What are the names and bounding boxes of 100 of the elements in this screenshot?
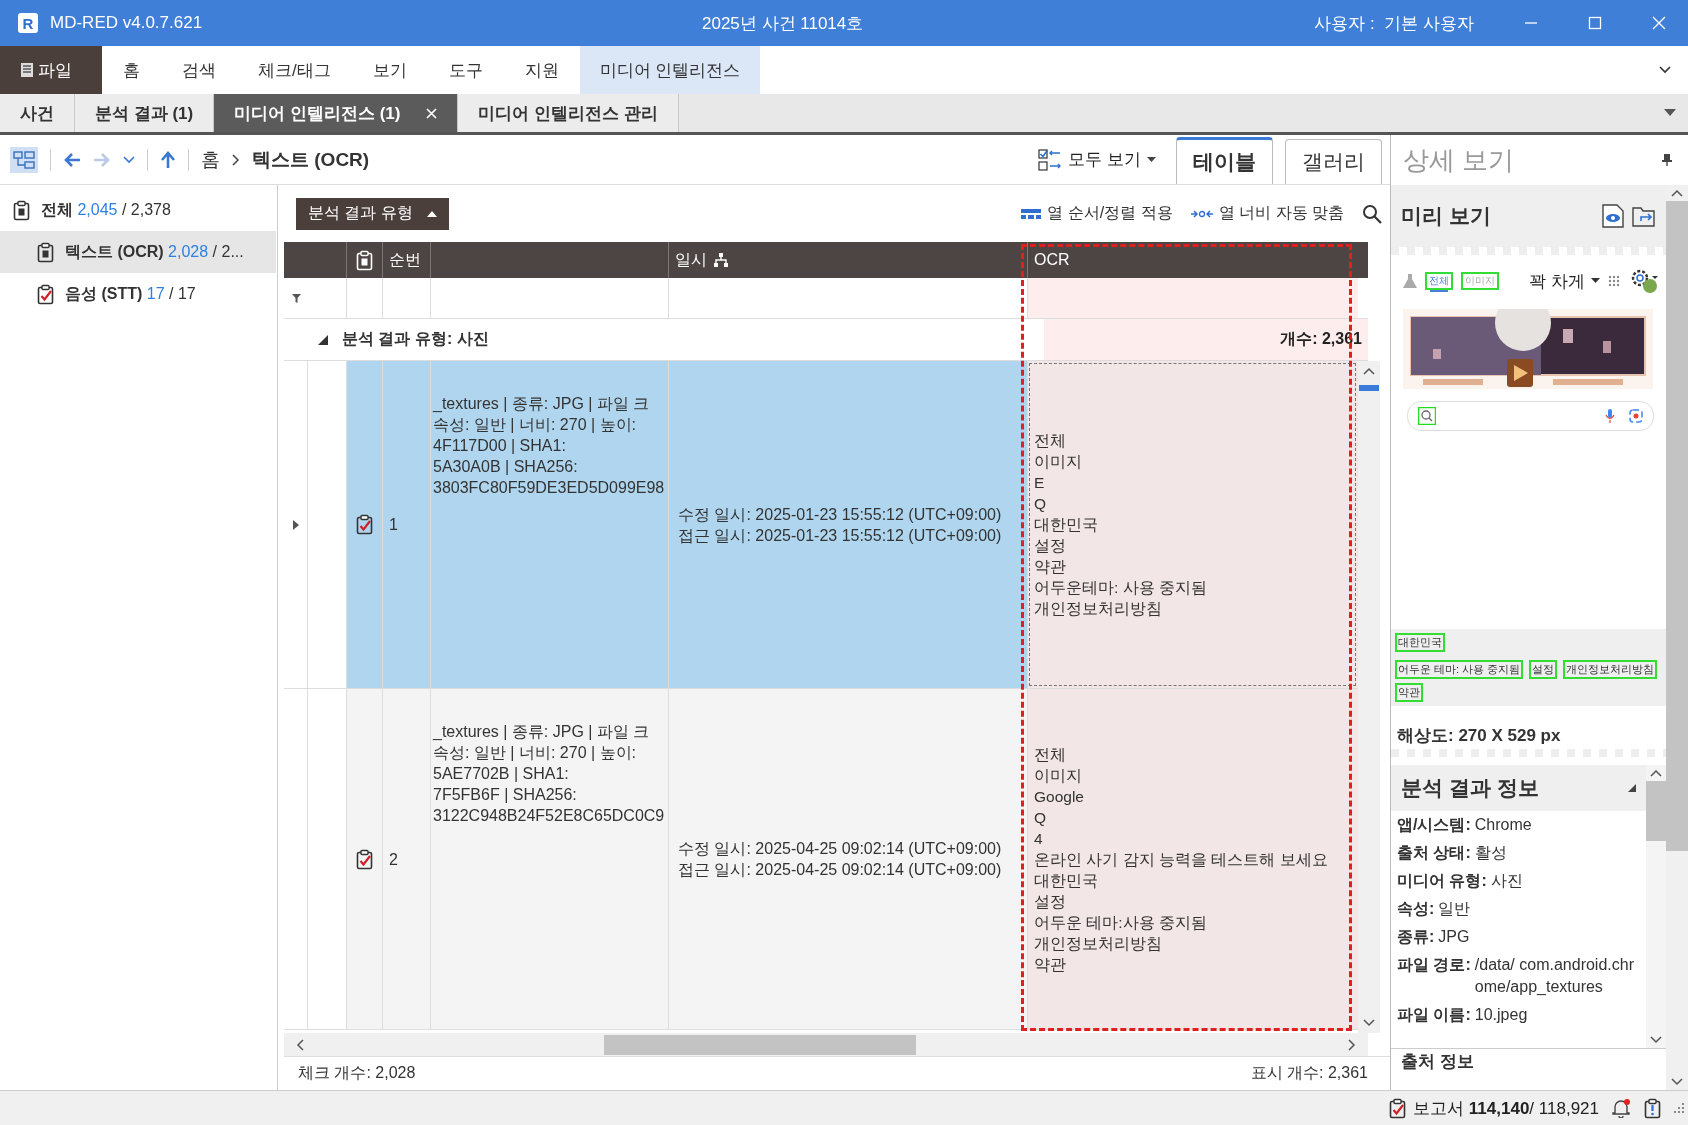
scroll-thumb[interactable] <box>604 1034 916 1055</box>
menu-item[interactable]: 홈 <box>102 46 161 94</box>
autofit-button[interactable]: 열 너비 자동 맞춤 <box>1190 203 1344 224</box>
collapse-triangle-icon[interactable] <box>318 334 328 345</box>
menu-item[interactable]: 지원 <box>503 46 580 94</box>
vertical-scrollbar[interactable] <box>1358 361 1380 1033</box>
column-header[interactable]: 일시 <box>668 242 1027 278</box>
scroll-down-icon[interactable] <box>1671 1078 1683 1086</box>
clipboard-alert-icon[interactable] <box>1643 1097 1662 1119</box>
scroll-down-icon[interactable] <box>1363 1019 1375 1027</box>
field-value: 사진 <box>1490 871 1523 891</box>
window-title: 2025년 사건 11014호 <box>702 12 865 35</box>
file-menu-button[interactable]: 파일 <box>0 46 102 94</box>
scroll-up-icon[interactable] <box>1363 367 1375 375</box>
caret-up-icon <box>426 210 437 217</box>
report-count[interactable]: 보고서 114,140/ 118,921 <box>1388 1096 1599 1120</box>
checked-clipboard-icon[interactable] <box>36 283 55 305</box>
vertical-scrollbar[interactable] <box>1666 185 1688 1090</box>
field-label: 앱/시스템: <box>1397 815 1471 835</box>
menu-item[interactable]: 검색 <box>161 46 237 94</box>
view-tab[interactable]: 갤러리 <box>1285 139 1382 184</box>
resolution-label: 해상도: 270 X 529 px <box>1396 725 1562 747</box>
group-by-button[interactable]: 분석 결과 유형 <box>296 197 449 230</box>
checked-clipboard-icon[interactable] <box>1388 1097 1408 1119</box>
checked-clipboard-icon[interactable] <box>355 848 374 870</box>
table-cell: 전체 이미지 Google Q 4 온라인 사기 감지 능력을 테스트해 보세요 대한민국 설정 어두운 테마:사용 중지됨 개인정보처리방침 약관 <box>1027 689 1358 1029</box>
table-row[interactable] <box>284 361 1358 689</box>
menu-item[interactable]: 미디어 인텔리전스 <box>579 46 761 94</box>
scroll-left-icon[interactable] <box>296 1038 304 1051</box>
folder-export-icon[interactable] <box>1632 204 1656 228</box>
maximize-icon[interactable] <box>1588 16 1602 30</box>
tab-list-caret-icon[interactable] <box>1664 109 1676 117</box>
collapse-triangle-icon[interactable] <box>1628 784 1636 792</box>
checklist-icon <box>1038 147 1063 172</box>
table-row[interactable] <box>284 689 1358 1030</box>
bell-alert-icon[interactable] <box>1611 1098 1631 1118</box>
menu-item[interactable]: 보기 <box>351 46 428 94</box>
view-document-icon[interactable] <box>1602 204 1624 228</box>
section-title: 출처 정보 <box>1391 1048 1666 1075</box>
section-title: 미리 보기 <box>1401 203 1491 229</box>
apps-grid-icon <box>1608 275 1620 287</box>
ocr-label: 대한민국 <box>1395 633 1445 652</box>
pin-icon[interactable] <box>1662 154 1672 166</box>
scroll-up-icon[interactable] <box>1650 769 1662 777</box>
field-value: /data/ com.android.chrome/app_textures <box>1474 955 1635 997</box>
resize-grip-icon[interactable] <box>1674 1103 1684 1113</box>
document-tab[interactable]: 분석 결과 (1) <box>75 94 215 132</box>
chevron-right-icon <box>232 153 240 166</box>
tree-item[interactable]: 음성 (STT) 17 / 17 <box>0 273 276 315</box>
field-value: Chrome <box>1474 815 1532 835</box>
field-label: 파일 경로: <box>1397 955 1471 975</box>
camera-lens-icon <box>1629 409 1643 423</box>
checked-clipboard-icon[interactable] <box>355 514 374 535</box>
horizontal-scrollbar[interactable] <box>284 1033 1368 1056</box>
menu-item[interactable]: 도구 <box>427 46 504 94</box>
search-icon[interactable] <box>1362 203 1382 224</box>
columns-icon <box>1021 207 1042 220</box>
document-tab[interactable]: 미디어 인텔리전스 관리 <box>458 94 679 132</box>
filter-cell[interactable] <box>1027 278 1358 318</box>
document-tab[interactable]: 미디어 인텔리전스 (1) <box>214 94 459 132</box>
breadcrumb-link[interactable]: 홈 <box>201 146 220 173</box>
vertical-scrollbar[interactable] <box>1646 765 1666 1048</box>
app-logo: R <box>18 13 38 33</box>
tree-item[interactable]: 전체 2,045 / 2,378 <box>0 189 276 231</box>
history-chevron-icon[interactable] <box>123 155 135 164</box>
clipboard-icon[interactable] <box>36 241 55 263</box>
view-tab[interactable]: 테이블 <box>1176 137 1273 184</box>
fit-mode-dropdown[interactable]: 꽉 차게 <box>1529 269 1600 293</box>
column-order-button[interactable]: 열 순서/정렬 적용 <box>1021 203 1173 224</box>
breadcrumb-link[interactable]: 텍스트 (OCR) <box>252 146 370 173</box>
field-label: 출처 상태: <box>1397 843 1471 863</box>
table-cell: _textures | 종류: JPG | 파일 크 속성: 일반 | 너비: 270 | 높이: 4F117D00 | SHA1: 5A30A0B | SHA256: 3803FC80F59DE3ED5D099E98 <box>430 361 668 688</box>
scroll-up-icon[interactable] <box>1671 189 1683 197</box>
clipboard-icon[interactable] <box>12 199 31 221</box>
column-header[interactable]: 순번 <box>382 242 430 278</box>
field-label: 속성: <box>1397 899 1435 919</box>
microphone-icon <box>1605 409 1615 423</box>
close-tab-icon[interactable] <box>426 107 438 119</box>
filter-icon[interactable] <box>291 293 301 303</box>
scroll-thumb[interactable] <box>1646 781 1666 841</box>
ocr-label: 어두운 테마: 사용 중지됨 <box>1395 660 1524 679</box>
back-arrow-icon[interactable] <box>63 151 81 168</box>
ocr-label: 약관 <box>1395 683 1423 702</box>
scroll-down-icon[interactable] <box>1650 1036 1662 1044</box>
table-cell: 수정 일시: 2025-01-23 15:55:12 (UTC+09:00) 접근 일시: 2025-01-23 15:55:12 (UTC+09:00) <box>668 361 1027 688</box>
panel-toggle-icon[interactable] <box>10 146 38 173</box>
table-cell: 전체 이미지 E Q 대한민국 설정 약관 어두운테마: 사용 중지됨 개인정보처리방침 <box>1027 361 1358 688</box>
document-tab[interactable]: 사건 <box>0 94 75 132</box>
hierarchy-icon <box>713 252 729 268</box>
view-all-dropdown[interactable]: 모두 보기 <box>1038 147 1156 172</box>
app-name: MD-RED v4.0.7.621 <box>50 13 204 33</box>
scroll-right-icon[interactable] <box>1348 1038 1356 1051</box>
scroll-thumb[interactable] <box>1666 201 1688 851</box>
up-arrow-icon[interactable] <box>160 150 176 169</box>
close-icon[interactable] <box>1652 16 1666 30</box>
menu-item[interactable]: 체크/태그 <box>237 46 352 94</box>
collapse-chevron-icon[interactable] <box>1658 65 1672 75</box>
scroll-thumb[interactable] <box>1359 385 1379 391</box>
search-icon <box>1418 407 1436 425</box>
tree-item[interactable]: 텍스트 (OCR) 2,028 / 2... <box>0 231 276 273</box>
